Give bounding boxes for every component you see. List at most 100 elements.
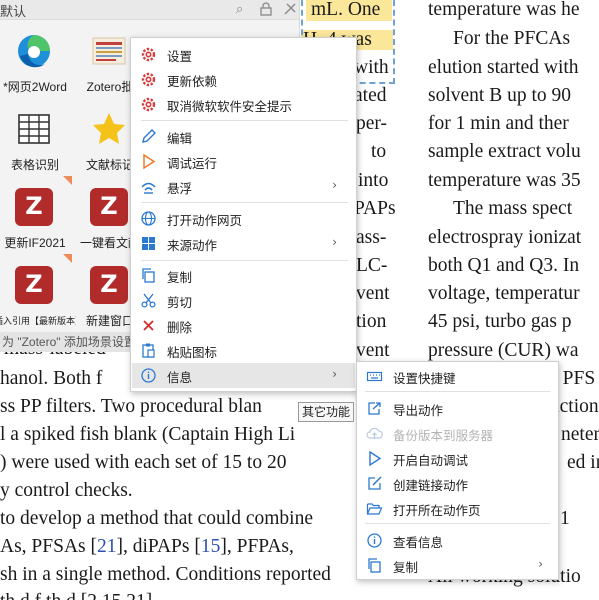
hover-icon xyxy=(140,178,157,195)
action-item[interactable]: *网页2Word xyxy=(0,20,70,98)
menu-item-settings[interactable]: 设置 xyxy=(132,42,355,67)
submenu-item-label: 打开所在动作页 xyxy=(393,504,481,518)
menu-item-paste-icon[interactable]: 粘贴图标 xyxy=(132,338,355,363)
citation-link[interactable]: 15 xyxy=(201,536,221,557)
folder-open-icon xyxy=(366,500,383,517)
doc-line: to develop a method that could combine xyxy=(0,508,313,529)
doc-line: solvent B up to 90 xyxy=(428,85,572,106)
globe-icon xyxy=(140,210,157,227)
info-icon xyxy=(366,532,383,549)
menu-item-label: 打开动作网页 xyxy=(167,214,243,228)
context-menu: 设置 更新依赖 取消微软软件安全提示 编辑 调试运行 悬浮 › 打开动作网页 来… xyxy=(130,37,357,392)
scissors-icon xyxy=(140,292,157,309)
doc-line: 1 xyxy=(560,508,570,529)
menu-separator xyxy=(365,523,550,524)
action-item[interactable]: Z 插入引用【最新版本】 xyxy=(0,254,76,332)
doc-line: electrospray ionizat xyxy=(428,227,582,248)
menu-separator xyxy=(141,260,348,261)
cloud-upload-icon xyxy=(366,425,383,442)
menu-item-info[interactable]: 信息 › xyxy=(132,363,355,388)
play-icon xyxy=(140,153,157,170)
citation-link[interactable]: 21 xyxy=(97,536,117,557)
menu-separator xyxy=(141,120,348,121)
menu-item-delete[interactable]: 删除 xyxy=(132,313,355,338)
doc-line: y control checks. xyxy=(0,480,133,501)
submenu-item-auto-debug[interactable]: 开启自动调试 xyxy=(358,446,557,471)
menu-item-label: 悬浮 xyxy=(167,182,193,196)
panel-title: 默认 xyxy=(0,4,27,19)
action-label: 更新IF2021 xyxy=(4,236,66,250)
doc-line: both Q1 and Q3. In xyxy=(428,255,580,276)
menu-item-update-deps[interactable]: 更新依赖 xyxy=(132,67,355,92)
doc-line: vent xyxy=(356,283,390,304)
menu-item-copy[interactable]: 复制 xyxy=(132,263,355,288)
submenu-item-export-action[interactable]: 导出动作 xyxy=(358,396,557,421)
action-label: 表格识别 xyxy=(10,158,59,172)
menu-item-label: 剪切 xyxy=(167,296,193,310)
zotero-z-icon: Z xyxy=(15,188,53,226)
doc-line: For the PFCAs xyxy=(453,28,571,49)
doc-line: voltage, temperatur xyxy=(428,283,580,304)
zotero-z-icon: Z xyxy=(90,266,128,304)
settings-icon[interactable] xyxy=(283,2,297,20)
new-badge xyxy=(63,254,72,263)
zotero-z-icon: Z xyxy=(15,266,53,304)
doc-line: mL. One xyxy=(311,0,381,20)
doc-line: with xyxy=(354,57,389,78)
menu-item-open-action-web[interactable]: 打开动作网页 xyxy=(132,206,355,231)
chevron-right-icon: › xyxy=(332,235,337,249)
doc-line: 45 psi, turbo gas p xyxy=(428,311,572,332)
menu-item-label: 信息 xyxy=(167,371,193,385)
menu-item-float[interactable]: 悬浮 › xyxy=(132,174,355,199)
submenu-item-create-link-action[interactable]: 创建链接动作 xyxy=(358,471,557,496)
menu-item-label: 粘贴图标 xyxy=(167,346,218,360)
menu-item-debug-run[interactable]: 调试运行 xyxy=(132,149,355,174)
pencil-icon xyxy=(140,128,157,145)
submenu-item-open-action-page[interactable]: 打开所在动作页 xyxy=(358,496,557,521)
zotero-batch-icon xyxy=(90,32,128,70)
submenu-item-label: 创建链接动作 xyxy=(393,479,469,493)
submenu-item-label: 导出动作 xyxy=(393,404,444,418)
menu-item-label: 设置 xyxy=(167,50,193,64)
table-grid-icon xyxy=(15,110,53,148)
play-icon xyxy=(366,450,383,467)
doc-line: ) were used with each set of 15 to 20 xyxy=(0,452,287,473)
copy-icon xyxy=(366,557,383,574)
menu-item-label: 复制 xyxy=(167,271,193,285)
doc-line: temperature was 35 xyxy=(428,170,581,191)
menu-separator xyxy=(365,391,550,392)
submenu-item-label: 设置快捷键 xyxy=(393,372,456,386)
menu-item-cancel-security-prompt[interactable]: 取消微软软件安全提示 xyxy=(132,92,355,117)
submenu-item-set-shortcut[interactable]: 设置快捷键 xyxy=(358,364,557,389)
doc-line: The mass spect xyxy=(453,198,573,219)
lock-icon[interactable] xyxy=(260,2,272,20)
delete-x-icon xyxy=(140,317,157,334)
submenu-item-view-info[interactable]: 查看信息 xyxy=(358,528,557,553)
menu-item-edit[interactable]: 编辑 xyxy=(132,124,355,149)
zotero-z-icon: Z xyxy=(90,188,128,226)
doc-line: per- xyxy=(356,113,388,134)
doc-line: ss PP filters. Two procedural blan xyxy=(0,396,262,417)
chevron-right-icon: › xyxy=(332,178,337,192)
doc-text: ], PFPAs, xyxy=(220,536,294,557)
new-badge xyxy=(63,176,72,185)
submenu-item-copy[interactable]: 复制 › xyxy=(358,553,557,578)
gear-icon xyxy=(140,96,157,113)
doc-line: to xyxy=(371,141,387,162)
keyboard-icon xyxy=(366,368,383,385)
submenu-item-backup-to-server: 备份版本到服务器 xyxy=(358,421,557,446)
menu-separator xyxy=(141,202,348,203)
menu-item-cut[interactable]: 剪切 xyxy=(132,288,355,313)
link-edit-icon xyxy=(366,475,383,492)
search-icon[interactable]: ⌕ xyxy=(236,2,243,17)
action-item[interactable]: Z 更新IF2021 xyxy=(0,176,72,254)
menu-item-source-action[interactable]: 来源动作 › xyxy=(132,231,355,256)
menu-item-label: 更新依赖 xyxy=(167,75,218,89)
doc-line: into xyxy=(358,170,389,191)
paste-icon xyxy=(140,342,157,359)
doc-line: As, PFSAs [21], diPAPs [15], PFPAs, xyxy=(0,533,294,561)
doc-line: LC- xyxy=(356,255,388,276)
action-item[interactable]: 表格识别 xyxy=(0,98,70,176)
chevron-right-icon: › xyxy=(538,557,543,571)
doc-line: hanol. Both f xyxy=(0,368,103,389)
